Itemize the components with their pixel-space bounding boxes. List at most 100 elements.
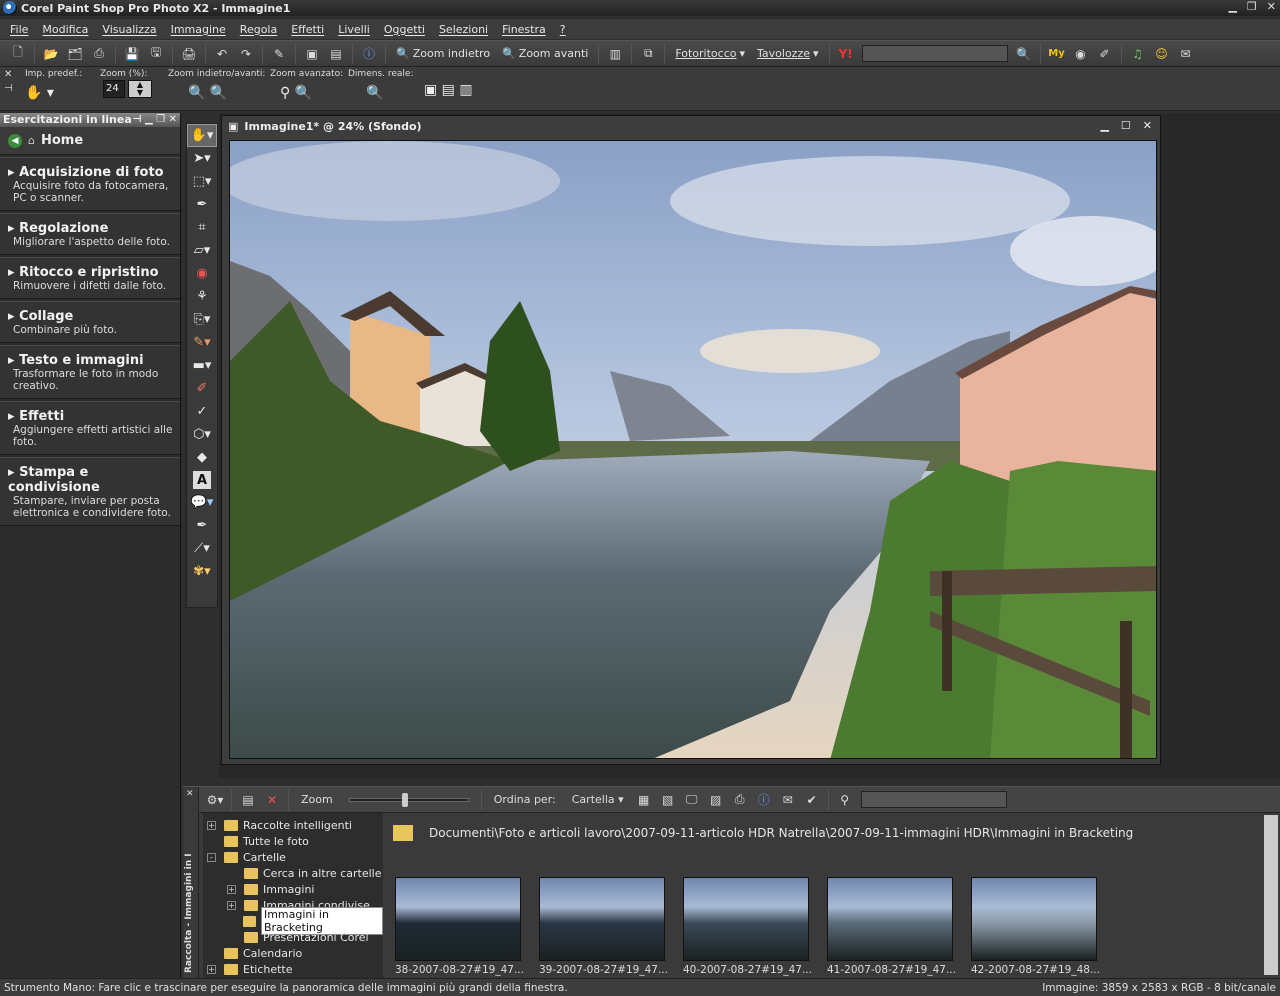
- vertical-scrollbar[interactable]: [1264, 815, 1278, 975]
- music-icon[interactable]: ♫: [1128, 45, 1148, 63]
- share-icon[interactable]: ▨: [706, 791, 726, 809]
- info-icon[interactable]: ⓘ: [359, 45, 379, 63]
- makeover-tool-icon[interactable]: ⚘: [187, 285, 217, 308]
- thumbnail-image[interactable]: [827, 877, 953, 961]
- thumbnail-item[interactable]: 39-2007-08-27#19_47...: [539, 877, 668, 976]
- checkmark-icon[interactable]: ✔: [802, 791, 822, 809]
- scratch-remover-icon[interactable]: ✐: [187, 377, 217, 400]
- photo-icon[interactable]: ▣: [302, 45, 322, 63]
- clone-tool-icon[interactable]: ⎘▾: [187, 308, 217, 331]
- menu-item[interactable]: ?: [560, 23, 566, 36]
- hand-tool-icon[interactable]: ✋ ▾: [25, 85, 82, 101]
- text-tool-icon[interactable]: A: [193, 471, 211, 489]
- menu-item[interactable]: Visualizza: [102, 23, 156, 36]
- close-icon[interactable]: ✕: [1143, 119, 1152, 132]
- enhance-icon[interactable]: ▧: [658, 791, 678, 809]
- art-tool-icon[interactable]: ✾▾: [187, 560, 217, 583]
- sort-select[interactable]: Cartella ▾: [572, 793, 624, 806]
- fotoritocco-menu[interactable]: Fotoritocco ▾: [675, 47, 745, 60]
- photo-canvas[interactable]: [229, 140, 1157, 759]
- learning-item[interactable]: ▸ Collage Combinare più foto.: [0, 301, 180, 343]
- print-icon[interactable]: 🖨: [179, 45, 199, 63]
- menu-item[interactable]: Effetti: [291, 23, 324, 36]
- menu-item[interactable]: Regola: [240, 23, 277, 36]
- tree-item[interactable]: + Immagini: [203, 881, 383, 897]
- browse-icon[interactable]: 🗂: [65, 45, 85, 63]
- email-icon[interactable]: ✉: [778, 791, 798, 809]
- expand-icon[interactable]: +: [227, 884, 236, 894]
- zoom-pct-input[interactable]: 24: [103, 80, 125, 98]
- minimize-icon[interactable]: ▁: [1100, 119, 1108, 132]
- open-folder-icon[interactable]: 📂: [41, 45, 61, 63]
- learning-item[interactable]: ▸ Testo e immagini Trasformare le foto in…: [0, 345, 180, 399]
- edit-icon[interactable]: ✎: [269, 45, 289, 63]
- learning-item[interactable]: ▸ Acquisizione di foto Acquisire foto da …: [0, 157, 180, 211]
- home-button[interactable]: ◀ ⌂ Home: [0, 127, 180, 155]
- monitor-icon[interactable]: 🖵: [682, 791, 702, 809]
- expand-icon[interactable]: [227, 917, 235, 926]
- expand-icon[interactable]: [227, 933, 236, 942]
- maximize-icon[interactable]: ☐: [1121, 119, 1131, 132]
- tree-item[interactable]: Calendario: [203, 945, 383, 961]
- menu-item[interactable]: File: [10, 23, 28, 36]
- redo-icon[interactable]: ↷: [236, 45, 256, 63]
- organizer-search-input[interactable]: [860, 791, 1007, 808]
- binoculars-icon[interactable]: ⚲: [835, 791, 855, 809]
- undo-icon[interactable]: ↶: [212, 45, 232, 63]
- zoom-advanced-icon[interactable]: ⚲ 🔍: [280, 85, 343, 101]
- gradient-tool-icon[interactable]: ▬▾: [187, 354, 217, 377]
- tree-item[interactable]: Tutte le foto: [203, 833, 383, 849]
- folder-icon[interactable]: ▦: [634, 791, 654, 809]
- delete-icon[interactable]: ✕: [262, 791, 282, 809]
- pin-icon[interactable]: ⊣: [4, 83, 13, 94]
- straighten-tool-icon[interactable]: ▱▾: [187, 239, 217, 262]
- organizer-side-tab[interactable]: ✕ Raccolta - Immagini in I: [183, 787, 199, 979]
- tree-item[interactable]: Immagini in Bracketing: [203, 907, 383, 935]
- save-icon[interactable]: 💾: [122, 45, 142, 63]
- thumbnail-image[interactable]: [971, 877, 1097, 961]
- save-all-icon[interactable]: 🖫: [146, 45, 166, 63]
- menu-item[interactable]: Immagine: [171, 23, 226, 36]
- retouch-tool-icon[interactable]: ✓: [187, 400, 217, 423]
- expand-icon[interactable]: -: [207, 852, 216, 862]
- copy-icon[interactable]: ⧉: [638, 45, 658, 63]
- expand-icon[interactable]: [227, 869, 236, 878]
- pick-tool-icon[interactable]: ➤▾: [187, 147, 217, 170]
- menu-item[interactable]: Selezioni: [439, 23, 488, 36]
- pan-tool-icon[interactable]: ✋▾: [187, 124, 217, 147]
- learning-item[interactable]: ▸ Ritocco e ripristino Rimuovere i difett…: [0, 257, 180, 299]
- panel-controls[interactable]: ⊣ ▁ ❐ ✕: [132, 113, 177, 127]
- pen-tool-icon[interactable]: ✒: [187, 514, 217, 537]
- learning-item[interactable]: ▸ Regolazione Migliorare l'aspetto delle …: [0, 213, 180, 255]
- real-size-icon[interactable]: 🔍: [366, 85, 413, 101]
- open-icon[interactable]: ▤: [238, 791, 258, 809]
- tree-item[interactable]: + Raccolte intelligenti: [203, 817, 383, 833]
- menu-item[interactable]: Oggetti: [384, 23, 425, 36]
- thumbnail-image[interactable]: [539, 877, 665, 961]
- shape-tool-icon[interactable]: 💬▾: [187, 491, 217, 514]
- close-icon[interactable]: ✕: [186, 789, 194, 799]
- web-search-input[interactable]: [861, 45, 1008, 62]
- warp-tool-icon[interactable]: ⟋▾: [187, 537, 217, 560]
- fit-window-icon[interactable]: ▣ ▤ ▥: [424, 82, 473, 98]
- thumbnail-item[interactable]: 40-2007-08-27#19_47...: [683, 877, 812, 976]
- camera-icon[interactable]: ◉: [1071, 45, 1091, 63]
- thumbnail-image[interactable]: [683, 877, 809, 961]
- close-icon[interactable]: ✕: [1267, 0, 1276, 13]
- menu-item[interactable]: Livelli: [338, 23, 370, 36]
- paint-brush-tool-icon[interactable]: ✎▾: [187, 331, 217, 354]
- tree-item[interactable]: Cerca in altre cartelle: [203, 865, 383, 881]
- selection-tool-icon[interactable]: ⬚▾: [187, 170, 217, 193]
- thumbnail-item[interactable]: 42-2007-08-27#19_48...: [971, 877, 1100, 976]
- image-properties-icon[interactable]: ▥: [605, 45, 625, 63]
- minimize-icon[interactable]: ▁: [1228, 0, 1236, 13]
- back-arrow-icon[interactable]: ◀: [8, 133, 22, 148]
- restore-icon[interactable]: ❐: [1247, 0, 1257, 13]
- fill-tool-icon[interactable]: ◆: [187, 446, 217, 469]
- zoom-spinner[interactable]: ▲ ▼: [128, 80, 152, 98]
- tree-item[interactable]: - Cartelle: [203, 849, 383, 865]
- expand-icon[interactable]: [207, 949, 216, 958]
- mail-icon[interactable]: ✉: [1176, 45, 1196, 63]
- zoom-out-button[interactable]: 🔍 Zoom indietro: [396, 47, 490, 60]
- yahoo-icon[interactable]: Y!: [836, 45, 856, 63]
